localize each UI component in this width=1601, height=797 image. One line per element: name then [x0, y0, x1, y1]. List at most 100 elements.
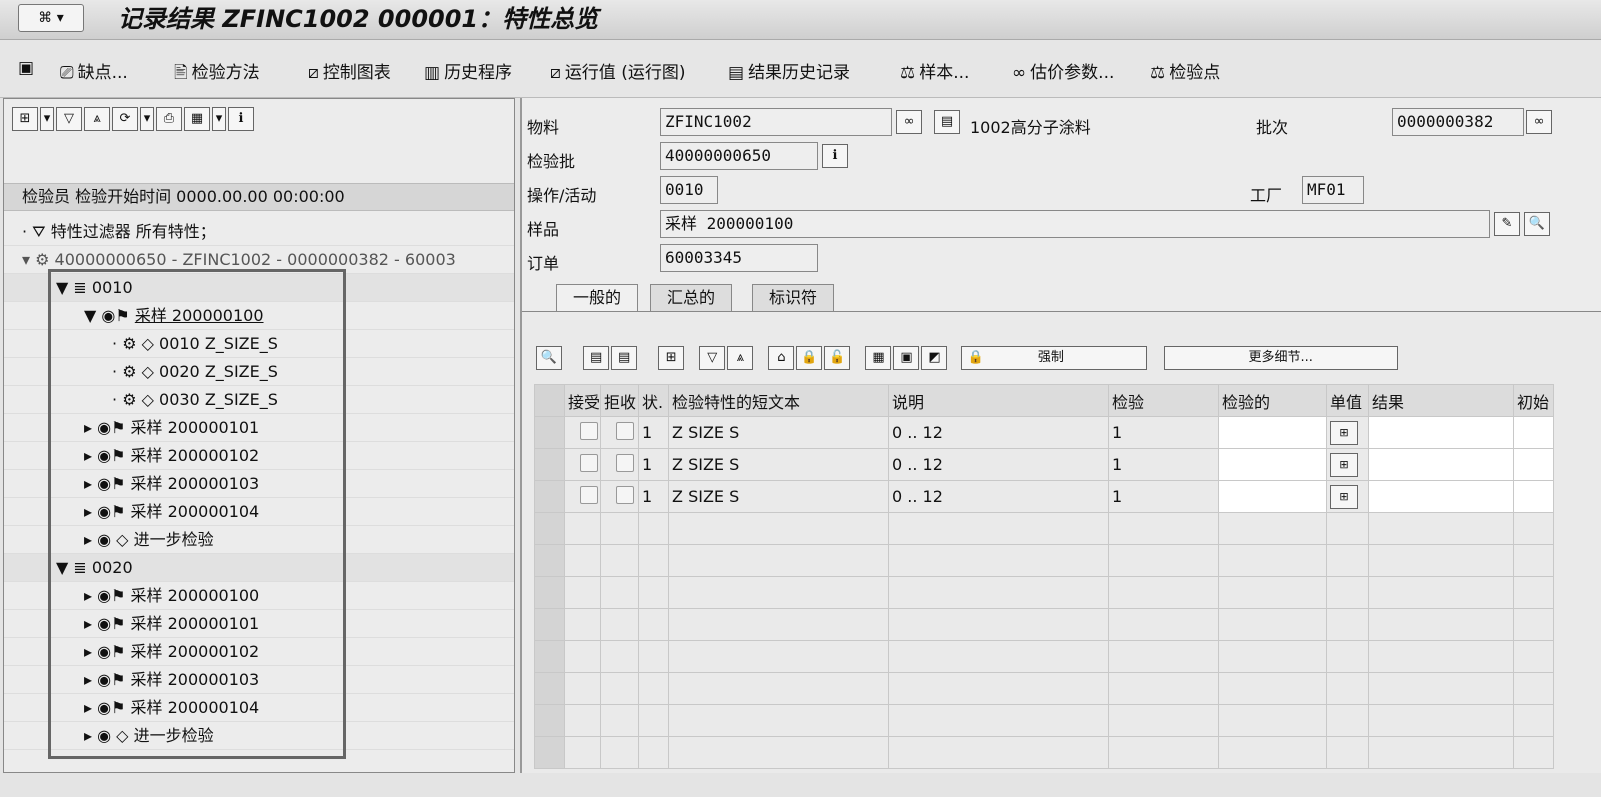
row-selector[interactable] [534, 512, 565, 545]
column-header[interactable]: 检验 [1108, 384, 1220, 417]
column-header[interactable]: 状. [638, 384, 670, 417]
select-all-icon[interactable]: ▤ [583, 346, 610, 370]
column-header[interactable]: 检验特性的短文本 [668, 384, 890, 417]
toolbar-button-0[interactable]: ⎚ 缺点... [60, 58, 128, 83]
display-batch-icon[interactable]: ∞ [1526, 110, 1552, 134]
dropdown-icon[interactable]: ▾ [140, 107, 154, 131]
operation-field[interactable]: 0010 [660, 176, 718, 204]
characteristic-link[interactable]: Z SIZE S [668, 448, 890, 481]
sort-icon[interactable]: ⩓ [84, 107, 110, 131]
order-field[interactable]: 60003345 [660, 244, 818, 272]
original-cell[interactable] [1513, 448, 1555, 481]
toolbar-button-3[interactable]: ▥ 历史程序 [424, 58, 512, 83]
tab-identifier[interactable]: 标识符 [752, 284, 835, 312]
copy-icon[interactable]: ⊞ [658, 346, 685, 370]
row-selector[interactable] [534, 448, 565, 481]
single-value-icon[interactable]: ⊞ [1330, 420, 1359, 445]
row-selector[interactable] [534, 416, 565, 449]
batch-field[interactable]: 0000000382 [1392, 108, 1524, 136]
sample-field[interactable]: 采样 200000100 [660, 210, 1490, 238]
system-menu-button[interactable]: ⌘ ▾ [18, 4, 84, 32]
single-value-icon[interactable]: ⊞ [1330, 452, 1359, 477]
row-selector[interactable] [534, 640, 565, 673]
reject-checkbox[interactable] [600, 448, 640, 481]
inspected-input[interactable] [1218, 448, 1328, 481]
column-header[interactable]: 初始 [1513, 384, 1555, 417]
column-header[interactable]: 结果 [1368, 384, 1515, 417]
toolbar-button-8[interactable]: ⚖ 检验点 [1150, 58, 1220, 83]
material-field[interactable]: ZFINC1002 [660, 108, 892, 136]
characteristic-link[interactable]: Z SIZE S [668, 416, 890, 449]
expand-icon[interactable]: ⊞ [12, 107, 38, 131]
document-icon[interactable]: ▤ [934, 110, 960, 134]
characteristic-text[interactable]: Z SIZE S [672, 487, 739, 506]
characteristic-text[interactable]: Z SIZE S [672, 455, 739, 474]
table-icon[interactable]: ▣ [893, 346, 920, 370]
dropdown-icon[interactable]: ▾ [212, 107, 226, 131]
dropdown-icon[interactable]: ▾ [40, 107, 54, 131]
print-icon[interactable]: ⎙ [156, 107, 182, 131]
accept-checkbox[interactable] [563, 480, 602, 513]
lock-icon[interactable]: 🔒 [796, 346, 823, 370]
column-header[interactable]: 接受 [563, 384, 602, 417]
display-material-icon[interactable]: ∞ [896, 110, 922, 134]
graphic-icon[interactable]: ◩ [921, 346, 948, 370]
row-selector[interactable] [534, 704, 565, 737]
plant-field[interactable]: MF01 [1302, 176, 1364, 204]
search-icon[interactable]: 🔍 [1524, 212, 1550, 236]
row-selector[interactable] [534, 608, 565, 641]
column-header[interactable]: 拒收 [600, 384, 640, 417]
result-input[interactable] [1368, 480, 1515, 513]
force-button[interactable]: 🔒 强制 [960, 346, 1147, 370]
characteristic-text[interactable]: Z SIZE S [672, 423, 739, 442]
inspected-input[interactable] [1218, 480, 1328, 513]
column-header[interactable]: 单值 [1326, 384, 1370, 417]
select-all-cell[interactable] [534, 384, 565, 417]
toolbar-button-6[interactable]: ⚖ 样本... [900, 58, 969, 83]
inspected-input[interactable] [1218, 416, 1328, 449]
refresh-icon[interactable]: ⟳ [112, 107, 138, 131]
toolbar-button-7[interactable]: ∞ 估价参数... [1012, 58, 1114, 83]
characteristic-link[interactable]: Z SIZE S [668, 480, 890, 513]
unlock-icon[interactable]: 🔓 [824, 346, 851, 370]
layout-icon[interactable]: ▦ [184, 107, 210, 131]
tab-summary[interactable]: 汇总的 [650, 284, 733, 312]
row-selector[interactable] [534, 736, 565, 769]
tree-filter-node[interactable]: · ⛛ 特性过滤器 所有特性； [4, 218, 514, 246]
result-input[interactable] [1368, 416, 1515, 449]
column-header[interactable]: 说明 [888, 384, 1110, 417]
details-icon[interactable]: 🔍 [536, 346, 562, 370]
single-value-icon[interactable]: ⊞ [1330, 484, 1359, 509]
accept-checkbox[interactable] [563, 416, 602, 449]
row-selector[interactable] [534, 576, 565, 609]
more-details-button[interactable]: 更多细节... [1163, 346, 1398, 370]
tab-general[interactable]: 一般的 [556, 284, 639, 312]
toolbar-button-2[interactable]: ⧄ 控制图表 [308, 58, 391, 83]
display-icon[interactable]: ▣ [18, 58, 34, 78]
single-value-button[interactable]: ⊞ [1326, 480, 1370, 513]
info-icon[interactable]: ℹ [228, 107, 254, 131]
toolbar-button-1[interactable]: 🖹 检验方法 [174, 58, 260, 89]
single-value-button[interactable]: ⊞ [1326, 416, 1370, 449]
calculator-icon[interactable]: ▦ [865, 346, 892, 370]
chart-icon[interactable]: ⌂ [768, 346, 795, 370]
filter-icon[interactable]: ▽ [699, 346, 726, 370]
row-selector[interactable] [534, 672, 565, 705]
info-icon[interactable]: ℹ [822, 144, 848, 168]
result-input[interactable] [1368, 448, 1515, 481]
accept-checkbox[interactable] [563, 448, 602, 481]
deselect-all-icon[interactable]: ▤ [611, 346, 638, 370]
single-value-button[interactable]: ⊞ [1326, 448, 1370, 481]
filter-icon[interactable]: ▽ [56, 107, 82, 131]
original-cell[interactable] [1513, 416, 1555, 449]
reject-checkbox[interactable] [600, 480, 640, 513]
sort-icon[interactable]: ⩓ [727, 346, 754, 370]
row-selector[interactable] [534, 544, 565, 577]
toolbar-button-4[interactable]: ⧄ 运行值 (运行图) [550, 58, 685, 83]
toolbar-button-5[interactable]: ▤ 结果历史记录 [728, 58, 850, 83]
reject-checkbox[interactable] [600, 416, 640, 449]
row-selector[interactable] [534, 480, 565, 513]
edit-icon[interactable]: ✎ [1494, 212, 1520, 236]
original-cell[interactable] [1513, 480, 1555, 513]
inspection-lot-field[interactable]: 40000000650 [660, 142, 818, 170]
